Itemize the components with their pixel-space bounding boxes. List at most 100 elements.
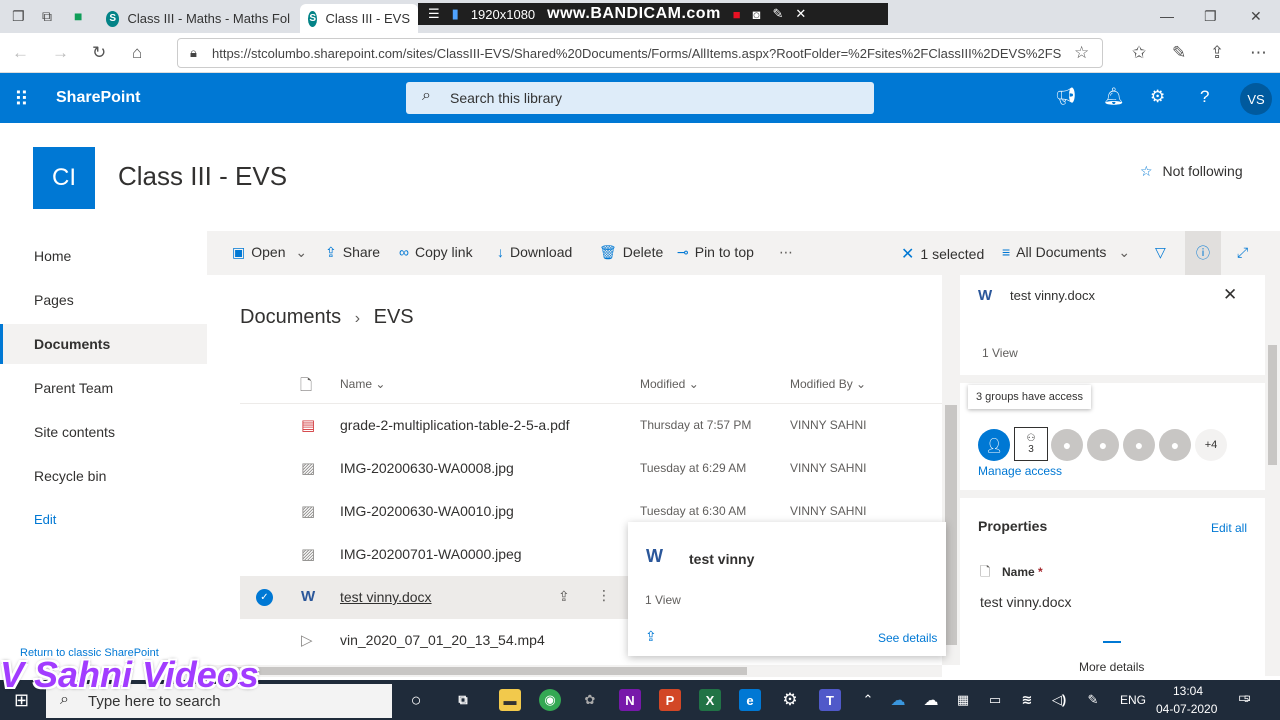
app-launcher-icon[interactable]: ⠿ bbox=[14, 87, 29, 112]
url-field[interactable]: 🔒︎ https://stcolumbo.sharepoint.com/site… bbox=[177, 38, 1103, 68]
cloud-icon[interactable]: ☁ bbox=[920, 689, 942, 711]
onenote-icon[interactable]: N bbox=[619, 689, 641, 711]
nav-item-parent-team[interactable]: Parent Team bbox=[0, 368, 207, 408]
favorite-star-icon[interactable]: ☆ bbox=[1074, 43, 1089, 63]
file-name-link[interactable]: IMG-20200630-WA0010.jpg bbox=[340, 503, 514, 519]
volume-icon[interactable]: ◁) bbox=[1048, 689, 1070, 711]
user-avatar-icon[interactable]: ● bbox=[1123, 429, 1155, 461]
manage-access-link[interactable]: Manage access bbox=[978, 464, 1062, 478]
follow-button[interactable]: ☆ Not following bbox=[1140, 163, 1243, 180]
extension-icon[interactable]: ■ bbox=[74, 8, 82, 24]
pen-tray-icon[interactable]: ✎ bbox=[1082, 689, 1104, 711]
chrome-icon[interactable]: ◉ bbox=[539, 689, 561, 711]
app-tray-icon[interactable]: ▦ bbox=[952, 689, 974, 711]
list-horizontal-scrollbar[interactable] bbox=[207, 665, 942, 677]
maximize-icon[interactable]: ❐ bbox=[1204, 8, 1217, 25]
clear-selection-button[interactable]: ✕ 1 selected bbox=[901, 244, 984, 264]
clock-date[interactable]: 04-07-2020 bbox=[1156, 702, 1217, 716]
edit-all-link[interactable]: Edit all bbox=[1211, 521, 1247, 535]
file-name-link[interactable]: test vinny.docx bbox=[340, 589, 432, 605]
pen-icon[interactable]: ✎ bbox=[1172, 43, 1186, 63]
forward-icon[interactable]: → bbox=[52, 43, 69, 63]
more-commands-icon[interactable]: ⋯ bbox=[779, 244, 793, 261]
table-row[interactable]: ▨ IMG-20200630-WA0008.jpg Tuesday at 6:2… bbox=[240, 447, 942, 490]
name-field-value[interactable]: test vinny.docx bbox=[980, 594, 1072, 610]
file-explorer-icon[interactable]: ▬ bbox=[499, 689, 521, 711]
chevron-up-icon[interactable]: ⌃ bbox=[857, 689, 879, 711]
download-button[interactable]: ↓ Download bbox=[497, 244, 572, 260]
library-search-input[interactable]: ⌕ Search this library bbox=[406, 82, 874, 114]
person-access-icon[interactable]: 👤︎ bbox=[978, 429, 1010, 461]
nav-item-site-contents[interactable]: Site contents bbox=[0, 412, 207, 452]
nav-item-pages[interactable]: Pages bbox=[0, 280, 207, 320]
share-browser-icon[interactable]: ⇪ bbox=[1210, 43, 1224, 63]
pencil-icon[interactable]: ✎ bbox=[773, 6, 784, 22]
file-name-link[interactable]: vin_2020_07_01_20_13_54.mp4 bbox=[340, 632, 545, 648]
browser-tab-maths[interactable]: S Class III - Maths - Maths Fol bbox=[98, 4, 298, 33]
view-switcher[interactable]: ≡ All Documents ⌄ bbox=[1002, 244, 1130, 261]
site-logo[interactable]: CI bbox=[33, 147, 95, 209]
user-avatar-icon[interactable]: ● bbox=[1159, 429, 1191, 461]
close-recorder-icon[interactable]: ✕ bbox=[795, 6, 806, 22]
info-pane-icon[interactable]: ⓘ bbox=[1185, 231, 1221, 275]
file-name-link[interactable]: grade-2-multiplication-table-2-5-a.pdf bbox=[340, 417, 570, 433]
details-scrollbar[interactable] bbox=[1265, 275, 1280, 676]
delete-button[interactable]: 🗑︎ Delete bbox=[599, 244, 663, 261]
see-details-link[interactable]: See details bbox=[878, 631, 937, 645]
menu-icon[interactable]: ☰ bbox=[428, 6, 440, 22]
expand-icon[interactable]: ⤢ bbox=[1237, 244, 1248, 261]
edge-icon[interactable]: e bbox=[739, 689, 761, 711]
settings-gear-icon[interactable]: ⚙ bbox=[1150, 87, 1165, 107]
checkmark-icon[interactable]: ✓ bbox=[256, 589, 273, 606]
onedrive-icon[interactable]: ☁ bbox=[887, 689, 909, 711]
favorites-icon[interactable]: ✩ bbox=[1132, 43, 1146, 63]
cortana-icon[interactable]: ○ bbox=[405, 689, 427, 711]
filter-icon[interactable]: ▽ bbox=[1155, 244, 1166, 261]
file-type-header-icon[interactable]: 🗋︎ bbox=[300, 375, 312, 400]
megaphone-icon[interactable]: 📢︎ bbox=[1055, 87, 1077, 107]
wifi-icon[interactable]: ≋ bbox=[1016, 689, 1038, 711]
tab-set-aside-icon[interactable]: ⧉ bbox=[42, 8, 52, 25]
copy-link-button[interactable]: ∞ Copy link bbox=[399, 244, 473, 260]
hover-card-title[interactable]: test vinny bbox=[689, 551, 754, 567]
table-row[interactable]: ▤ grade-2-multiplication-table-2-5-a.pdf… bbox=[240, 404, 942, 447]
breadcrumb-root[interactable]: Documents bbox=[240, 306, 341, 328]
help-icon[interactable]: ? bbox=[1200, 87, 1209, 107]
more-actions-icon[interactable]: ⋮ bbox=[597, 587, 611, 604]
scrollbar-thumb[interactable] bbox=[227, 667, 747, 675]
column-header-modified-by[interactable]: Modified By ⌄ bbox=[790, 377, 866, 391]
minimize-icon[interactable]: — bbox=[1160, 8, 1174, 24]
nav-item-home[interactable]: Home bbox=[0, 236, 207, 276]
scrollbar-thumb[interactable] bbox=[1268, 345, 1277, 465]
refresh-icon[interactable]: ↻ bbox=[92, 43, 106, 63]
language-indicator[interactable]: ENG bbox=[1120, 693, 1146, 707]
camera-icon[interactable]: ◙ bbox=[753, 7, 761, 22]
sharepoint-brand[interactable]: SharePoint bbox=[56, 89, 140, 107]
tab-actions-icon[interactable]: ❐ bbox=[12, 8, 25, 25]
powerpoint-icon[interactable]: P bbox=[659, 689, 681, 711]
more-users-count[interactable]: +4 bbox=[1195, 429, 1227, 461]
close-window-icon[interactable]: ✕ bbox=[1250, 8, 1262, 25]
site-title[interactable]: Class III - EVS bbox=[118, 161, 287, 192]
user-avatar[interactable]: VS bbox=[1240, 83, 1272, 115]
pin-icon[interactable]: ▮ bbox=[452, 6, 459, 22]
open-button[interactable]: ▣ Open ⌄ bbox=[232, 244, 307, 261]
clock-time[interactable]: 13:04 bbox=[1168, 684, 1208, 698]
more-icon[interactable]: ⋯ bbox=[1250, 43, 1267, 63]
share-icon[interactable]: ⇪ bbox=[645, 628, 657, 645]
file-name-link[interactable]: IMG-20200630-WA0008.jpg bbox=[340, 460, 514, 476]
notifications-bell-icon[interactable]: 🔔︎ bbox=[1103, 87, 1125, 107]
scrollbar-thumb[interactable] bbox=[945, 405, 957, 645]
more-details-link[interactable]: More details bbox=[1079, 660, 1144, 674]
back-icon[interactable]: ← bbox=[12, 43, 29, 63]
column-header-name[interactable]: Name ⌄ bbox=[340, 377, 385, 391]
group-access-badge[interactable]: ⚇ 3 bbox=[1014, 427, 1048, 461]
settings-gear-icon[interactable]: ⚙ bbox=[779, 689, 801, 711]
browser-tab-evs[interactable]: S Class III - EVS bbox=[300, 4, 418, 33]
user-avatar-icon[interactable]: ● bbox=[1051, 429, 1083, 461]
battery-icon[interactable]: ▭ bbox=[984, 689, 1006, 711]
pin-to-top-button[interactable]: ⊸ Pin to top bbox=[677, 244, 754, 261]
share-button[interactable]: ⇪ Share bbox=[325, 244, 380, 261]
file-name-link[interactable]: IMG-20200701-WA0000.jpeg bbox=[340, 546, 522, 562]
nav-edit-link[interactable]: Edit bbox=[0, 500, 207, 540]
